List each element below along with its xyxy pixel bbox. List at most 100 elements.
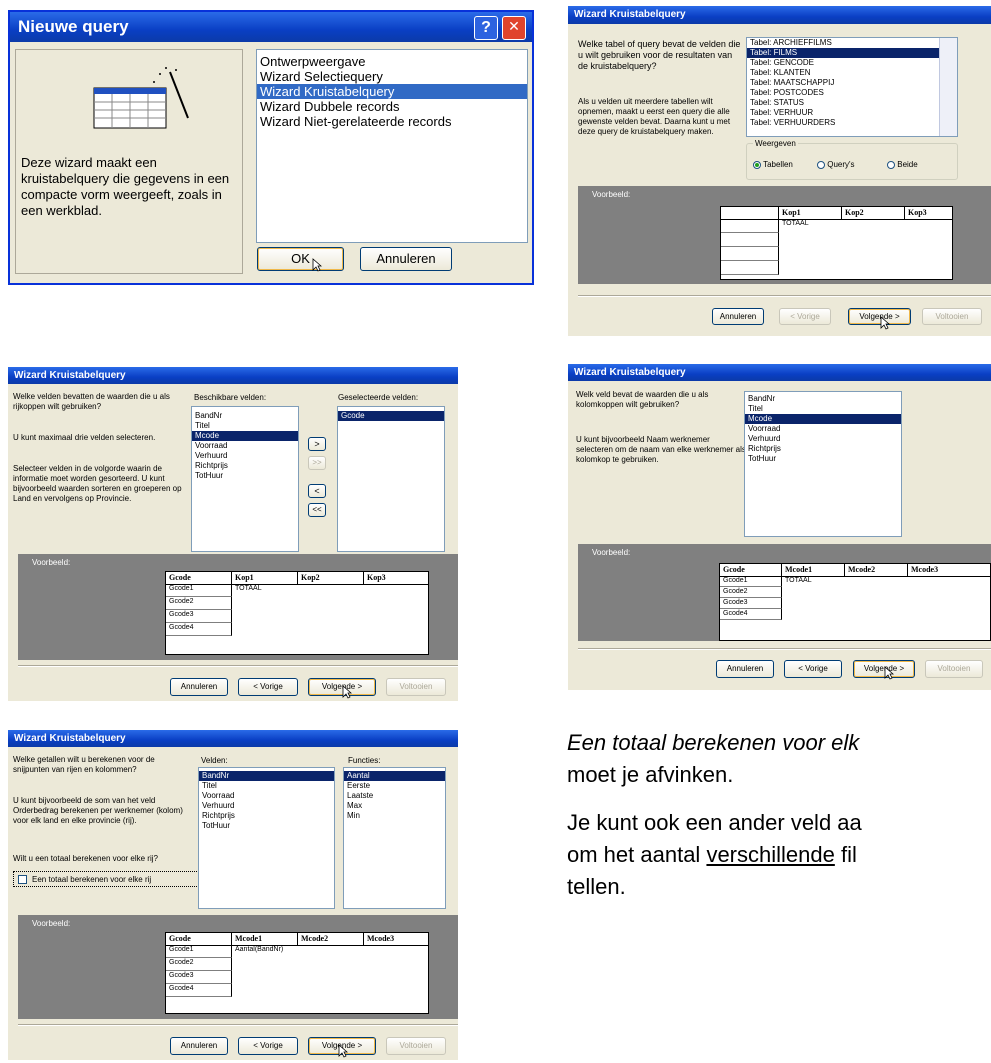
radio-beide[interactable]: Beide [887, 159, 918, 170]
list-item[interactable]: Tabel: ARCHIEFFILMS [747, 38, 945, 48]
example-text: U kunt bijvoorbeeld Naam werknemer selec… [576, 435, 746, 464]
list-item[interactable]: Laatste [344, 791, 445, 801]
finish-button[interactable]: Voltooien [386, 1037, 446, 1055]
list-item[interactable]: Max [344, 801, 445, 811]
previous-button[interactable]: < Vorige [238, 678, 298, 696]
info-text: Als u velden uit meerdere tabellen wilt … [578, 97, 731, 136]
question-text: Welke velden bevatten de waarden die u a… [13, 392, 170, 411]
cancel-button[interactable]: Annuleren [360, 247, 452, 271]
list-item[interactable]: Tabel: KLANTEN [747, 68, 945, 78]
list-item[interactable]: BandNr [199, 771, 334, 781]
list-item[interactable]: Richtprijs [192, 461, 298, 471]
close-button[interactable]: ✕ [502, 16, 526, 40]
list-item[interactable]: Mcode [192, 431, 298, 441]
grid-header-cell: Kop2 [842, 207, 905, 219]
available-fields-label: Beschikbare velden: [194, 393, 267, 402]
list-item[interactable]: Richtprijs [745, 444, 901, 454]
list-item[interactable]: Tabel: MAATSCHAPPIJ [747, 78, 945, 88]
list-item[interactable]: Verhuurd [192, 451, 298, 461]
previous-button[interactable]: < Vorige [784, 660, 842, 678]
scrollbar[interactable] [939, 38, 957, 136]
dialog-title: Wizard Kruistabelquery [574, 367, 686, 378]
radio-tabellen[interactable]: Tabellen [753, 159, 793, 170]
radio-querys[interactable]: Query's [817, 159, 855, 170]
explanation-line: tellen. [567, 874, 626, 899]
list-item[interactable]: Min [344, 811, 445, 821]
list-item[interactable]: Tabel: GENCODE [747, 58, 945, 68]
previous-button[interactable]: < Vorige [779, 308, 831, 325]
dialog-title: Wizard Kruistabelquery [14, 733, 126, 744]
list-item[interactable]: Wizard Selectiequery [257, 69, 527, 84]
list-item[interactable]: Tabel: POSTCODES [747, 88, 945, 98]
cancel-button[interactable]: Annuleren [170, 678, 228, 696]
list-item[interactable]: Tabel: VERHUUR [747, 108, 945, 118]
list-item[interactable]: Titel [192, 421, 298, 431]
previous-button[interactable]: < Vorige [238, 1037, 298, 1055]
list-item[interactable]: Aantal [344, 771, 445, 781]
dialog-title: Nieuwe query [18, 17, 129, 36]
example-text: U kunt bijvoorbeeld de som van het veld … [13, 796, 183, 825]
fields-list[interactable]: BandNr Titel Voorraad Verhuurd Richtprij… [198, 767, 335, 909]
list-item[interactable]: Richtprijs [199, 811, 334, 821]
list-item[interactable]: Tabel: STATUS [747, 98, 945, 108]
query-type-list[interactable]: Ontwerpweergave Wizard Selectiequery Wiz… [256, 49, 528, 243]
nieuwe-query-dialog: Nieuwe query ? ✕ Deze wizard maakt een k… [8, 10, 534, 285]
grid-header-cell: Mcode2 [298, 933, 364, 945]
preview-label: Voorbeeld: [592, 548, 631, 557]
cancel-button[interactable]: Annuleren [170, 1037, 228, 1055]
list-item[interactable]: BandNr [192, 411, 298, 421]
list-item[interactable]: Voorraad [199, 791, 334, 801]
add-field-button[interactable]: > [308, 437, 326, 451]
grid-header-cell: Gcode [720, 564, 782, 576]
finish-button[interactable]: Voltooien [386, 678, 446, 696]
finish-button[interactable]: Voltooien [922, 308, 982, 325]
list-item[interactable]: Voorraad [745, 424, 901, 434]
list-item[interactable]: Wizard Kruistabelquery [257, 84, 527, 99]
list-item[interactable]: Gcode [338, 411, 444, 421]
preview-grid: Gcode Mcode1 Mcode2 Mcode3 Gcode1 Gcode2… [719, 563, 991, 641]
functions-list[interactable]: Aantal Eerste Laatste Max Min [343, 767, 446, 909]
sort-order-text: Selecteer velden in de volgorde waarin d… [13, 464, 182, 503]
column-field-list[interactable]: BandNr Titel Mcode Voorraad Verhuurd Ric… [744, 391, 902, 537]
selected-fields-list[interactable]: Gcode [337, 406, 445, 552]
ok-button[interactable]: OK [257, 247, 344, 271]
preview-panel: Voorbeeld: Gcode Kop1 Kop2 Kop3 Gcode1 G… [18, 554, 458, 660]
radio-button-icon [753, 160, 761, 169]
separator [578, 648, 991, 650]
preview-label: Voorbeeld: [592, 190, 631, 199]
preview-grid: Kop1 Kop2 Kop3 TOTAAL [720, 206, 953, 280]
radio-label: Tabellen [763, 160, 793, 169]
row-header-cell [721, 247, 779, 261]
list-item[interactable]: Verhuurd [199, 801, 334, 811]
list-item[interactable]: TotHuur [745, 454, 901, 464]
add-all-fields-button[interactable]: >> [308, 456, 326, 470]
row-total-checkbox[interactable]: Een totaal berekenen voor elke rij [13, 871, 201, 887]
cancel-button[interactable]: Annuleren [716, 660, 774, 678]
available-fields-list[interactable]: BandNr Titel Mcode Voorraad Verhuurd Ric… [191, 406, 299, 552]
list-item[interactable]: Verhuurd [745, 434, 901, 444]
list-item[interactable]: Tabel: VERHUURDERS [747, 118, 945, 128]
list-item[interactable]: Voorraad [192, 441, 298, 451]
radio-button-icon [887, 160, 895, 169]
list-item[interactable]: Titel [745, 404, 901, 414]
grid-header-cell: Mcode2 [845, 564, 908, 576]
list-item[interactable]: Wizard Dubbele records [257, 99, 527, 114]
table-list[interactable]: Tabel: ARCHIEFFILMS Tabel: FILMS Tabel: … [746, 37, 958, 137]
help-button[interactable]: ? [474, 16, 498, 40]
list-item[interactable]: Titel [199, 781, 334, 791]
list-item[interactable]: BandNr [745, 394, 901, 404]
remove-all-fields-button[interactable]: << [308, 503, 326, 517]
row-header-cell: Gcode1 [166, 584, 232, 597]
explanation-line: Een totaal berekenen voor elk [567, 730, 860, 755]
cancel-button[interactable]: Annuleren [712, 308, 764, 325]
list-item[interactable]: Ontwerpweergave [257, 54, 527, 69]
list-item[interactable]: TotHuur [199, 821, 334, 831]
list-item[interactable]: Mcode [745, 414, 901, 424]
remove-field-button[interactable]: < [308, 484, 326, 498]
list-item[interactable]: Eerste [344, 781, 445, 791]
list-item[interactable]: Tabel: FILMS [747, 48, 945, 58]
radio-label: Query's [827, 160, 855, 169]
list-item[interactable]: TotHuur [192, 471, 298, 481]
list-item[interactable]: Wizard Niet-gerelateerde records [257, 114, 527, 129]
finish-button[interactable]: Voltooien [925, 660, 983, 678]
